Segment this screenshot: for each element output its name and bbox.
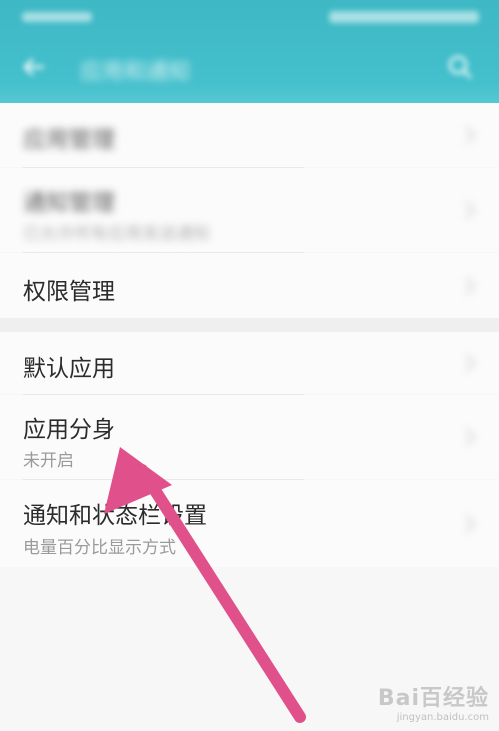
watermark-logo: Bai百经验 xyxy=(377,686,489,711)
annotation-arrow xyxy=(104,447,306,723)
watermark-url: jingyan.baidu.com xyxy=(396,712,489,723)
watermark: Bai百经验 jingyan.baidu.com xyxy=(378,680,489,723)
